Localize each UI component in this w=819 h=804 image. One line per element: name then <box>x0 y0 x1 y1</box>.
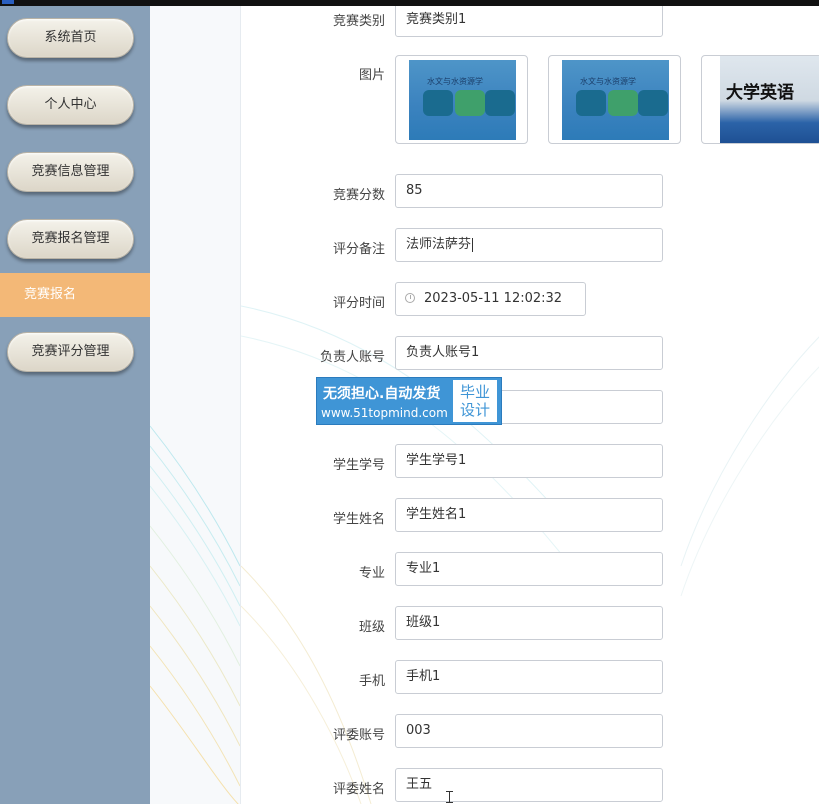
sidebar-item-scoring-management[interactable]: 竞赛评分管理 <box>7 332 134 372</box>
cover-graphic <box>576 90 606 116</box>
book-cover-image: 水文与水资源学 <box>409 60 516 140</box>
sidebar-item-competition-info[interactable]: 竞赛信息管理 <box>7 152 134 192</box>
time-text: 2023-05-11 12:02:32 <box>424 291 563 306</box>
text-cursor-icon <box>446 791 453 803</box>
judge-account-field[interactable]: 003 <box>395 714 663 748</box>
student-id-label: 学生学号 <box>332 458 385 473</box>
note-label: 评分备注 <box>332 242 385 257</box>
major-label: 专业 <box>358 566 385 581</box>
leader-account-field[interactable]: 负责人账号1 <box>395 336 663 370</box>
image-label: 图片 <box>358 68 385 83</box>
book-cover-image: 水文与水资源学 <box>562 60 669 140</box>
sidebar-item-registration[interactable]: 竞赛报名 <box>0 273 150 317</box>
book-cover-image: 大学英语 <box>720 56 819 143</box>
app-icon <box>2 0 14 4</box>
judge-name-field[interactable]: 王五 <box>395 768 663 802</box>
watermark-line1: 无须担心.自动发货 <box>323 386 441 402</box>
text-caret <box>472 237 474 252</box>
decorative-waves <box>150 425 240 804</box>
image-thumbnail-1[interactable]: 水文与水资源学 <box>395 55 528 144</box>
time-picker-field[interactable]: 2023-05-11 12:02:32 <box>395 282 586 316</box>
phone-label: 手机 <box>358 674 385 689</box>
student-id-field[interactable]: 学生学号1 <box>395 444 663 478</box>
class-field[interactable]: 班级1 <box>395 606 663 640</box>
clock-icon <box>405 293 415 303</box>
sidebar: 系统首页 个人中心 竞赛信息管理 竞赛报名管理 竞赛报名 竞赛评分管理 <box>0 6 150 804</box>
major-field[interactable]: 专业1 <box>395 552 663 586</box>
judge-account-label: 评委账号 <box>332 728 385 743</box>
category-label: 竞赛类别 <box>332 14 385 29</box>
note-text: 法师法萨芬 <box>406 237 472 252</box>
leader-account-label: 负责人账号 <box>319 350 385 365</box>
sidebar-item-profile[interactable]: 个人中心 <box>7 85 134 125</box>
book-title: 水文与水资源学 <box>580 77 636 86</box>
class-label: 班级 <box>358 620 385 635</box>
student-name-label: 学生姓名 <box>332 512 385 527</box>
cover-graphic <box>485 90 515 116</box>
cover-graphic <box>455 90 485 116</box>
watermark-badge-line2: 设计 <box>459 401 490 419</box>
phone-field[interactable]: 手机1 <box>395 660 663 694</box>
sidebar-item-registration-management[interactable]: 竞赛报名管理 <box>7 219 134 259</box>
cover-graphic <box>608 90 638 116</box>
background-panel <box>150 6 240 804</box>
time-label: 评分时间 <box>332 296 385 311</box>
student-name-field[interactable]: 学生姓名1 <box>395 498 663 532</box>
image-thumbnail-2[interactable]: 水文与水资源学 <box>548 55 681 144</box>
cover-graphic <box>423 90 453 116</box>
watermark-banner: 无须担心.自动发货 www.51topmind.com 毕业 设计 <box>317 378 501 424</box>
watermark-text: 无须担心.自动发货 www.51topmind.com <box>317 378 452 424</box>
cover-graphic <box>638 90 668 116</box>
watermark-badge-line1: 毕业 <box>459 383 490 401</box>
sidebar-item-home[interactable]: 系统首页 <box>7 18 134 58</box>
score-field[interactable]: 85 <box>395 174 663 208</box>
image-thumbnail-3[interactable]: 大学英语 <box>701 55 819 144</box>
book-title: 水文与水资源学 <box>427 77 483 86</box>
watermark-badge: 毕业 设计 <box>453 380 497 422</box>
note-field[interactable]: 法师法萨芬 <box>395 228 663 262</box>
score-label: 竞赛分数 <box>332 188 385 203</box>
book-title: 大学英语 <box>726 83 794 103</box>
category-field[interactable]: 竞赛类别1 <box>395 6 663 37</box>
watermark-line2: www.51topmind.com <box>321 406 448 420</box>
judge-name-label: 评委姓名 <box>332 782 385 797</box>
